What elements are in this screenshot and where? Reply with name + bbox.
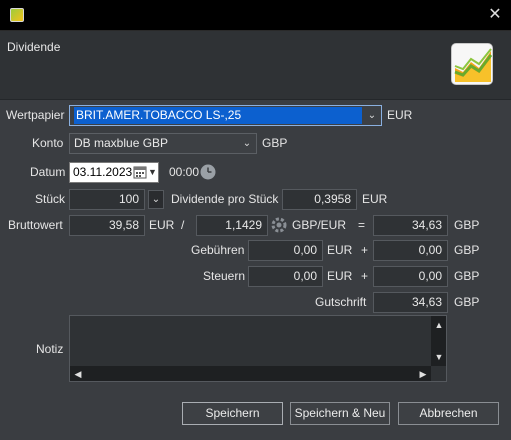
time-value[interactable]: 00:00 (169, 162, 199, 183)
brutto-result[interactable]: 34,63 (373, 215, 448, 236)
steuern-result-currency: GBP (454, 269, 480, 283)
dividende-input[interactable]: 0,3958 (282, 189, 357, 210)
chevron-down-icon[interactable]: ⌄ (363, 106, 381, 125)
scroll-left-icon[interactable]: ◀ (71, 367, 85, 381)
chevron-down-icon[interactable]: ⌄ (238, 134, 256, 153)
dividende-label: Dividende pro Stück (171, 192, 279, 206)
steuern-currency: EUR (327, 269, 353, 283)
wertpapier-select[interactable]: BRIT.AMER.TOBACCO LS-,25 ⌄ (69, 105, 382, 126)
dividende-currency: EUR (362, 192, 388, 206)
chart-logo-icon (451, 43, 493, 85)
divide-sign: / (181, 218, 185, 232)
date-value: 03.11.2023 (73, 165, 133, 179)
dialog-header (0, 31, 511, 100)
notiz-horizontal-scrollbar[interactable] (70, 366, 431, 381)
clock-icon[interactable] (200, 164, 216, 180)
gebuehren-input[interactable]: 0,00 (248, 240, 323, 261)
gutschrift-currency: GBP (454, 295, 480, 309)
konto-select[interactable]: DB maxblue GBP ⌄ (69, 133, 257, 154)
gutschrift-label: Gutschrift (315, 295, 367, 309)
exchange-rate-icon[interactable] (271, 217, 287, 233)
save-new-button[interactable]: Speichern & Neu (290, 402, 390, 425)
notiz-label: Notiz (36, 342, 64, 356)
gebuehren-result[interactable]: 0,00 (373, 240, 448, 261)
save-button[interactable]: Speichern (182, 402, 283, 425)
date-dropdown-icon[interactable]: ▼ (147, 163, 158, 182)
steuern-input[interactable]: 0,00 (248, 266, 323, 287)
dialog-title: Dividende (7, 40, 61, 54)
close-icon[interactable]: ✕ (486, 6, 504, 24)
konto-currency: GBP (262, 136, 288, 150)
gutschrift-value[interactable]: 34,63 (373, 292, 448, 313)
konto-value: DB maxblue GBP (74, 136, 169, 150)
app-icon (10, 8, 24, 22)
gebuehren-label: Gebühren (191, 243, 245, 257)
konto-label: Konto (32, 136, 64, 150)
exchange-rate-input[interactable]: 1,1429 (196, 215, 268, 236)
title-bar (0, 0, 511, 31)
plus-sign: + (361, 269, 369, 283)
equals-sign: = (358, 218, 366, 232)
scroll-right-icon[interactable]: ▶ (416, 367, 430, 381)
gebuehren-currency: EUR (327, 243, 353, 257)
scroll-up-icon[interactable]: ▲ (432, 318, 446, 332)
brutto-input[interactable]: 39,58 (69, 215, 145, 236)
datum-label: Datum (30, 165, 66, 179)
chevron-down-icon[interactable]: ⌄ (148, 190, 164, 209)
plus-sign: + (361, 243, 369, 257)
wertpapier-currency: EUR (387, 108, 413, 122)
scroll-down-icon[interactable]: ▼ (432, 350, 446, 364)
brutto-result-currency: GBP (454, 218, 480, 232)
cancel-button[interactable]: Abbrechen (398, 402, 499, 425)
wertpapier-value: BRIT.AMER.TOBACCO LS-,25 (74, 107, 362, 124)
stueck-input[interactable]: 100 (69, 189, 145, 210)
brutto-currency: EUR (149, 218, 175, 232)
exchange-rate-label: GBP/EUR (292, 218, 347, 232)
steuern-result[interactable]: 0,00 (373, 266, 448, 287)
stueck-label: Stück (35, 192, 66, 206)
gebuehren-result-currency: GBP (454, 243, 480, 257)
wertpapier-label: Wertpapier (6, 108, 65, 122)
steuern-label: Steuern (203, 269, 246, 283)
brutto-label: Bruttowert (8, 218, 63, 232)
calendar-icon[interactable] (133, 165, 147, 179)
